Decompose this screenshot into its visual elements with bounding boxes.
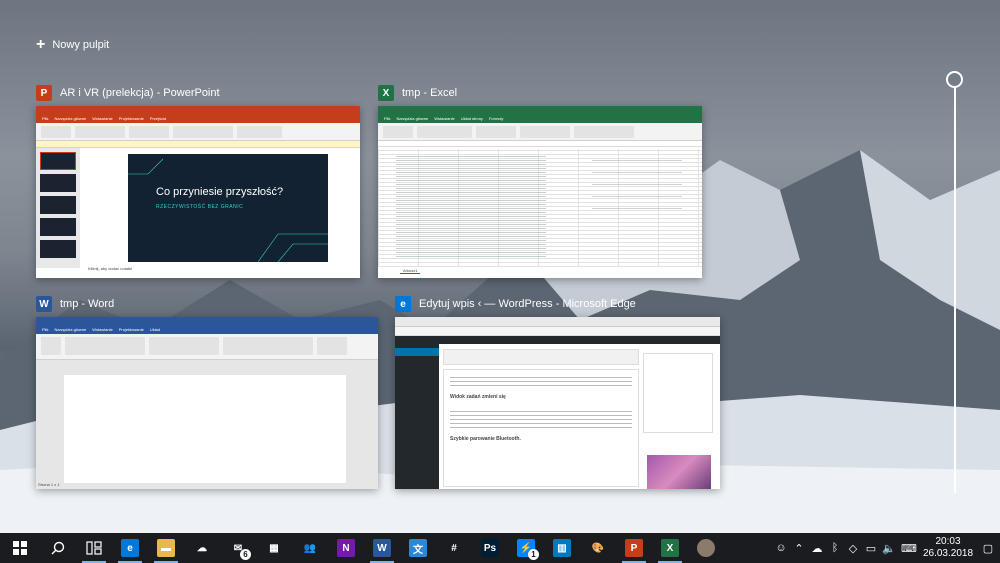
powerpoint-icon: P — [36, 85, 52, 101]
window-title: Edytuj wpis ‹ — WordPress - Microsoft Ed… — [419, 298, 636, 310]
excel-taskbar-icon: X — [661, 539, 679, 557]
search-icon — [51, 541, 65, 555]
clock[interactable]: 20:03 26.03.2018 — [920, 536, 976, 560]
document-page[interactable] — [64, 375, 346, 483]
people-icon[interactable]: ☺ — [772, 533, 790, 563]
excel-thumbnail[interactable]: Plik Narzędzia główne Wstawianie Układ stro… — [378, 106, 702, 278]
excel-taskbar-button[interactable]: X — [652, 533, 688, 563]
trello-taskbar-icon: ▥ — [553, 539, 571, 557]
new-desktop-button[interactable]: + Nowy pulpit — [36, 36, 109, 54]
system-tray: ☺ ⌃ ☁ ᛒ ◇ ▭ 🔈 ⌨ 20:03 26.03.2018 ▢ — [772, 533, 1000, 563]
status-bar: Strona 1 z 1 — [38, 482, 60, 487]
slack-taskbar-icon: # — [451, 542, 457, 554]
wp-admin-sidebar — [395, 344, 439, 489]
slack-taskbar-button[interactable]: # — [436, 533, 472, 563]
volume-icon[interactable]: 🔈 — [880, 533, 898, 563]
edge-window[interactable]: e Edytuj wpis ‹ — WordPress - Microsoft … — [395, 295, 636, 313]
dropbox-icon[interactable]: ◇ — [844, 533, 862, 563]
edge-taskbar-icon: e — [121, 539, 139, 557]
search-button[interactable] — [40, 533, 76, 563]
powerpoint-window[interactable]: P AR i VR (prelekcja) - PowerPoint — [36, 84, 220, 102]
people-taskbar-button[interactable]: 👥 — [292, 533, 328, 563]
translator-taskbar-button[interactable]: 文 — [400, 533, 436, 563]
slide-subtitle: RZECZYWISTOŚĆ BEZ GRANIC — [156, 204, 244, 210]
excel-icon: X — [378, 85, 394, 101]
window-title: AR i VR (prelekcja) - PowerPoint — [60, 87, 220, 99]
file-explorer-taskbar-button[interactable]: ▬ — [148, 533, 184, 563]
file-explorer-taskbar-icon: ▬ — [157, 539, 175, 557]
post-heading-2: Szybkie parowanie Bluetooth. — [450, 436, 521, 442]
spreadsheet-grid[interactable] — [378, 149, 702, 267]
clock-time: 20:03 — [935, 536, 961, 547]
notification-badge: 1 — [528, 549, 539, 560]
powerpoint-taskbar-button[interactable]: P — [616, 533, 652, 563]
avatar-taskbar-icon — [697, 539, 715, 557]
new-desktop-label: Nowy pulpit — [52, 39, 110, 51]
word-window[interactable]: W tmp - Word — [36, 295, 114, 313]
onenote-taskbar-button[interactable]: N — [328, 533, 364, 563]
onedrive-taskbar-icon: ☁ — [197, 542, 207, 554]
word-thumbnail[interactable]: Plik Narzędzia główne Wstawianie Projektowa… — [36, 317, 378, 489]
edge-taskbar-button[interactable]: e — [112, 533, 148, 563]
slide-canvas[interactable]: Co przyniesie przyszłość? RZECZYWISTOŚĆ … — [128, 154, 328, 262]
calendar-taskbar-icon: ▦ — [269, 542, 279, 554]
paint-taskbar-icon: 🎨 — [591, 542, 605, 554]
task-view-icon — [86, 541, 102, 555]
plus-icon: + — [36, 36, 46, 53]
slide-title: Co przyniesie przyszłość? — [156, 186, 284, 198]
show-hidden-icons-icon[interactable]: ⌃ — [790, 533, 808, 563]
window-title: tmp - Word — [60, 298, 115, 310]
action-center-icon[interactable]: ▢ — [976, 533, 1000, 563]
start-button[interactable] — [0, 533, 40, 563]
photoshop-taskbar-icon: Ps — [481, 539, 499, 557]
clock-date: 26.03.2018 — [922, 548, 974, 559]
notes-placeholder: Kliknij, aby dodać notatki — [88, 266, 133, 271]
word-taskbar-icon: W — [373, 539, 391, 557]
window-title: tmp - Excel — [402, 87, 458, 99]
network-icon[interactable]: ▭ — [862, 533, 880, 563]
powerpoint-thumbnail[interactable]: Plik Narzędzia główne Wstawianie Projektowa… — [36, 106, 360, 278]
post-editor[interactable]: Widok zadań zmieni się Szybkie parowanie… — [443, 369, 639, 487]
photoshop-taskbar-button[interactable]: Ps — [472, 533, 508, 563]
sheet-tab[interactable]: Arkusz1 — [400, 268, 421, 274]
powerpoint-taskbar-icon: P — [625, 539, 643, 557]
translator-taskbar-icon: 文 — [409, 539, 427, 557]
featured-image — [647, 455, 711, 489]
trello-taskbar-button[interactable]: ▥ — [544, 533, 580, 563]
onedrive-taskbar-button[interactable]: ☁ — [184, 533, 220, 563]
timeline-track[interactable] — [954, 86, 956, 493]
notification-badge: 6 — [240, 549, 251, 560]
keyboard-icon[interactable]: ⌨ — [898, 533, 920, 563]
onenote-taskbar-icon: N — [337, 539, 355, 557]
bluetooth-icon[interactable]: ᛒ — [826, 533, 844, 563]
mail-taskbar-button[interactable]: ✉ 6 — [220, 533, 256, 563]
onedrive-tray-icon[interactable]: ☁ — [808, 533, 826, 563]
timeline-handle[interactable] — [946, 71, 963, 88]
edge-thumbnail[interactable]: Widok zadań zmieni się Szybkie parowanie… — [395, 317, 720, 489]
task-view-button[interactable] — [76, 533, 112, 563]
windows-logo-icon — [13, 541, 27, 555]
taskbar: e ▬ ☁ ✉ 6 ▦ 👥 N W 文 # Ps ⚡ 1 ▥ 🎨 P X ☺ ⌃ ☁ ᛒ ◇ ▭ 🔈 ⌨ 20:0… — [0, 533, 1000, 563]
paint-taskbar-button[interactable]: 🎨 — [580, 533, 616, 563]
avatar-taskbar-button[interactable] — [688, 533, 724, 563]
calendar-taskbar-button[interactable]: ▦ — [256, 533, 292, 563]
edge-icon: e — [395, 296, 411, 312]
people-taskbar-icon: 👥 — [303, 542, 317, 554]
word-icon: W — [36, 296, 52, 312]
excel-window[interactable]: X tmp - Excel — [378, 84, 457, 102]
post-heading-1: Widok zadań zmieni się — [450, 394, 506, 400]
messenger-taskbar-button[interactable]: ⚡ 1 — [508, 533, 544, 563]
word-taskbar-button[interactable]: W — [364, 533, 400, 563]
